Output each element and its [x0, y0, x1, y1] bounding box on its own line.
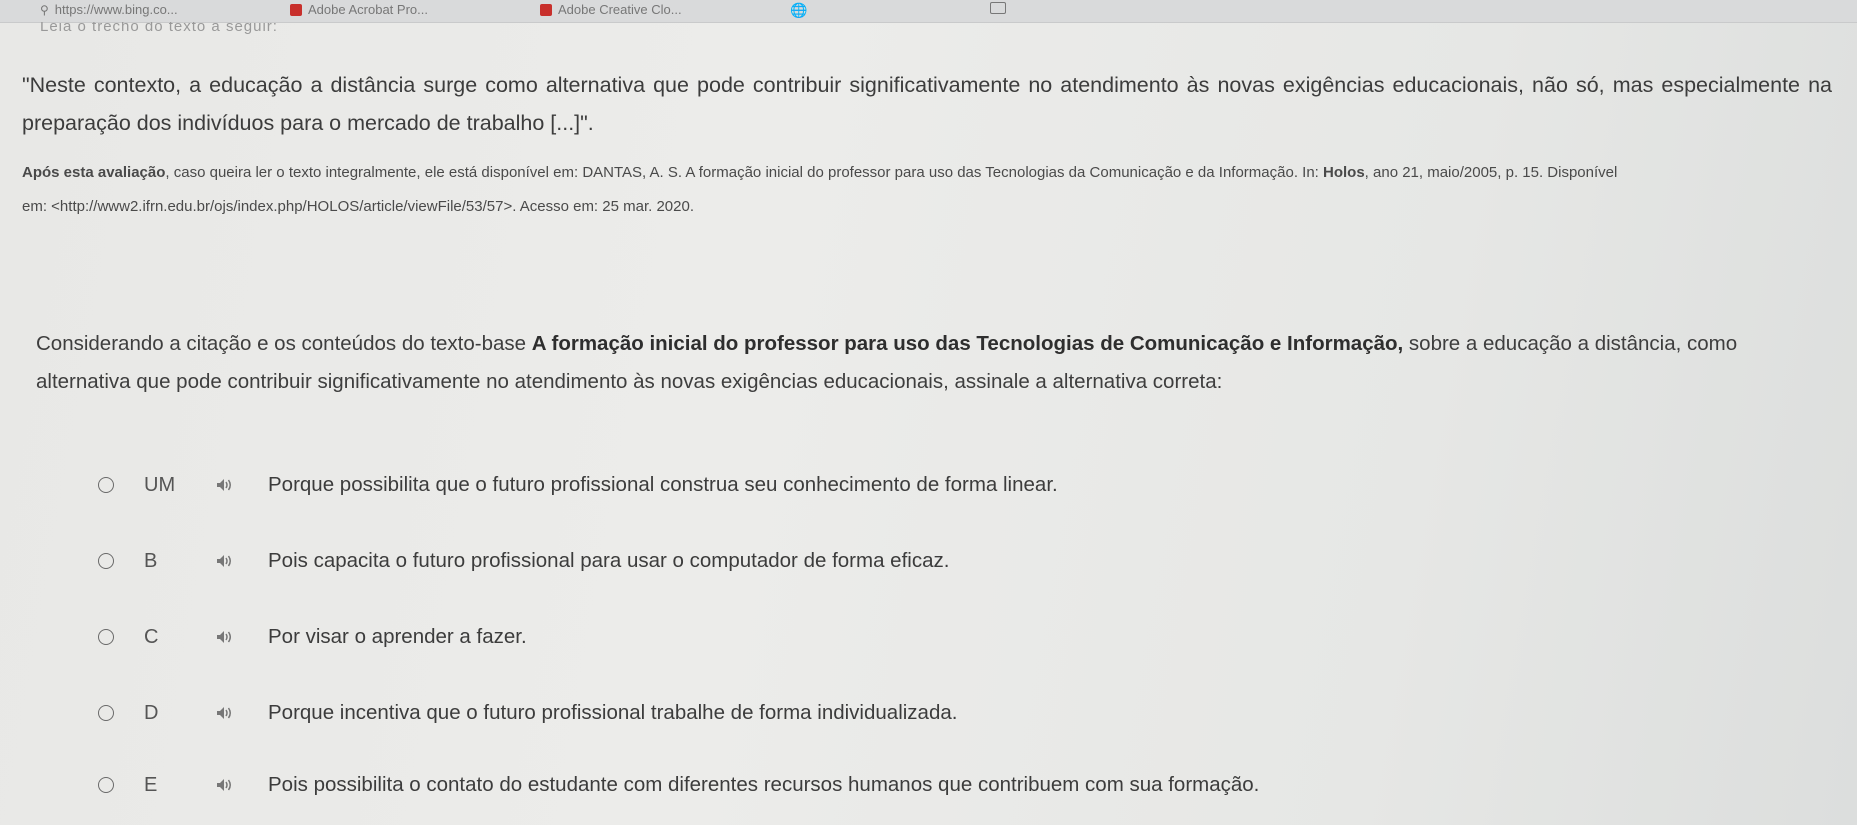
clipped-heading: Leia o trecho do texto a seguir: — [40, 22, 278, 35]
bookmark-acrobat[interactable]: Adobe Acrobat Pro... — [290, 2, 428, 17]
reference-line-1: Após esta avaliação, caso queira ler o t… — [22, 164, 1618, 181]
bookmark-bing[interactable]: ⚲ https://www.bing.co... — [40, 2, 178, 17]
bookmark-creative-cloud[interactable]: Adobe Creative Clo... — [540, 2, 682, 17]
option-d-text: Porque incentiva que o futuro profission… — [268, 701, 958, 724]
option-c-letter: C — [144, 625, 159, 648]
acrobat-icon — [290, 3, 302, 16]
quote-text: "Neste contexto, a educação a distância … — [22, 73, 1832, 135]
search-icon: ⚲ — [40, 2, 49, 17]
question-title: A formação inicial do professor para uso… — [531, 332, 1404, 355]
option-e-radio[interactable] — [98, 777, 114, 793]
option-e[interactable]: E Pois possibilita o contato do estudant… — [98, 770, 1259, 800]
speaker-icon[interactable] — [216, 477, 236, 493]
option-b-text: Pois capacita o futuro profissional para… — [268, 549, 950, 572]
option-c-radio[interactable] — [98, 629, 114, 645]
option-e-text: Pois possibilita o contato do estudante … — [268, 773, 1260, 796]
speaker-icon[interactable] — [216, 777, 236, 793]
bookmark-folder[interactable] — [990, 2, 1006, 14]
option-a-letter: UM — [144, 473, 176, 496]
speaker-icon[interactable] — [216, 629, 236, 645]
speaker-icon[interactable] — [216, 553, 236, 569]
option-d-radio[interactable] — [98, 705, 114, 721]
bookmarks-bar: ⚲ https://www.bing.co... Adobe Acrobat P… — [0, 0, 1857, 23]
bookmark-globe[interactable]: 🌐 — [790, 2, 807, 19]
option-a-radio[interactable] — [98, 477, 114, 493]
speaker-icon[interactable] — [216, 705, 236, 721]
option-a-text: Porque possibilita que o futuro profissi… — [268, 473, 1058, 496]
creative-cloud-icon — [540, 3, 552, 16]
question-text: Considerando a citação e os conteúdos do… — [36, 332, 1738, 393]
option-d[interactable]: D Porque incentiva que o futuro profissi… — [98, 698, 957, 728]
option-c-text: Por visar o aprender a fazer. — [268, 625, 527, 648]
option-c[interactable]: C Por visar o aprender a fazer. — [98, 622, 527, 652]
option-e-letter: E — [144, 773, 158, 796]
option-b-radio[interactable] — [98, 553, 114, 569]
reference-holos: Holos — [1323, 164, 1365, 181]
globe-icon: 🌐 — [790, 2, 808, 18]
option-a[interactable]: UM Porque possibilita que o futuro profi… — [98, 470, 1058, 500]
option-b[interactable]: B Pois capacita o futuro profissional pa… — [98, 546, 949, 576]
folder-icon — [990, 2, 1006, 14]
reference-line-2: em: <http://www2.ifrn.edu.br/ojs/index.p… — [22, 198, 694, 215]
reference-prefix: Após esta avaliação — [22, 164, 166, 181]
option-b-letter: B — [144, 549, 158, 572]
option-d-letter: D — [144, 701, 159, 724]
